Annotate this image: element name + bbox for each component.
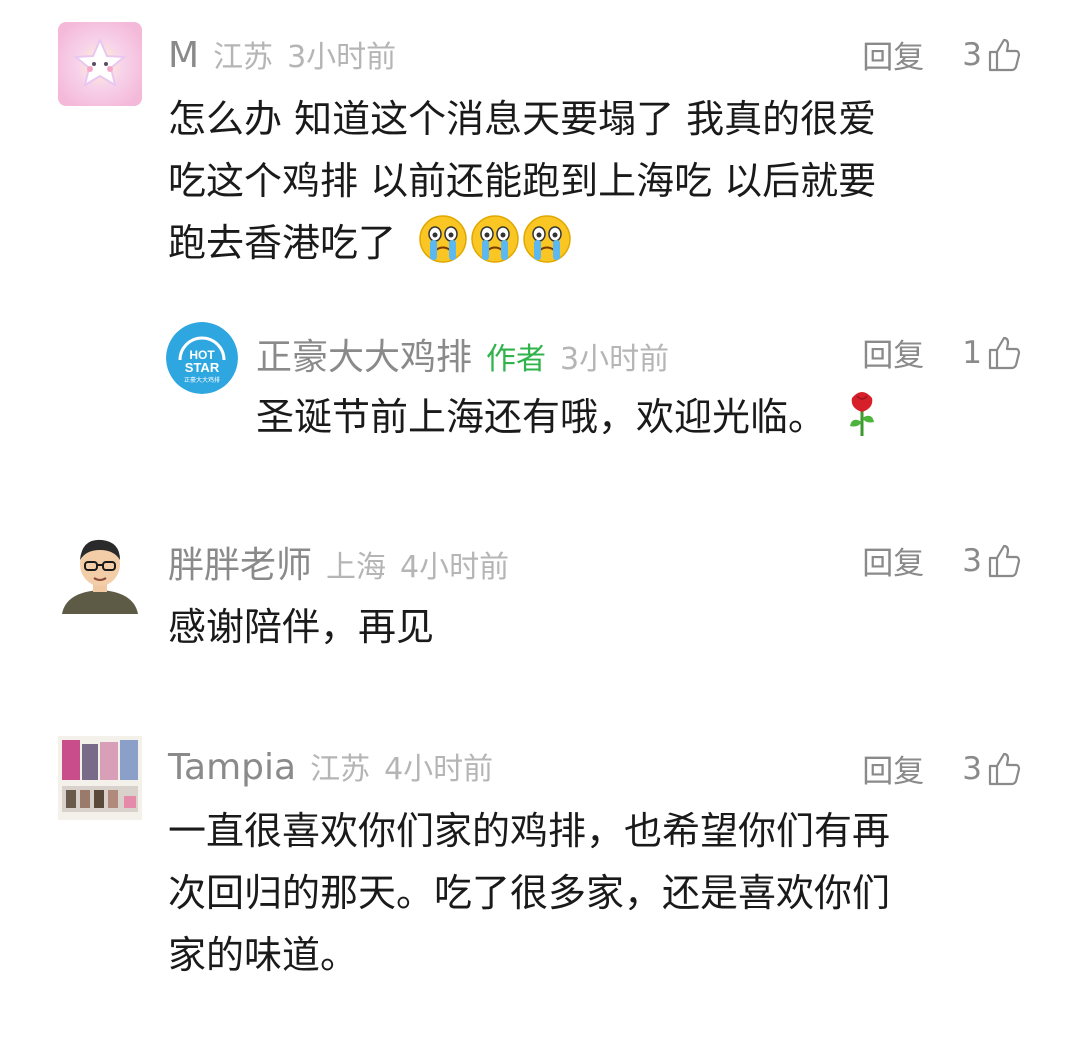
avatar[interactable] xyxy=(58,524,142,614)
comment-actions: 回复 3 xyxy=(862,538,1022,583)
text-line: 怎么办 知道这个消息天要塌了 我真的很爱 xyxy=(168,97,877,141)
group-photo-avatar-icon xyxy=(58,736,142,820)
reply-button[interactable]: 回复 xyxy=(862,330,924,375)
comment-text: 感谢陪伴，再见 xyxy=(168,596,434,658)
comment-text: 一直很喜欢你们家的鸡排，也希望你们有再 次回归的那天。吃了很多家，还是喜欢你们 … xyxy=(168,800,890,986)
emoji-group xyxy=(418,214,574,282)
text-line: 次回归的那天。吃了很多家，还是喜欢你们 xyxy=(168,871,891,915)
comment-item: 胖胖老师 上海 4小时前 回复 3 感谢陪伴，再见 xyxy=(0,510,1080,690)
rose-emoji-icon xyxy=(844,388,880,456)
reply-header: 正豪大大鸡排 作者 3小时前 xyxy=(256,328,669,380)
reply-button[interactable]: 回复 xyxy=(862,538,924,583)
timestamp: 4小时前 xyxy=(400,550,510,585)
like-count: 3 xyxy=(962,750,982,787)
username[interactable]: Tampia xyxy=(168,747,296,788)
thumbs-up-icon[interactable] xyxy=(986,751,1022,787)
thumbs-up-icon[interactable] xyxy=(986,37,1022,73)
crying-emoji-icon xyxy=(418,214,468,282)
text-line: 吃这个鸡排 以前还能跑到上海吃 以后就要 xyxy=(168,159,877,203)
reply-button[interactable]: 回复 xyxy=(862,746,924,791)
avatar[interactable] xyxy=(58,22,142,106)
author-badge: 作者 xyxy=(486,342,547,377)
location: 江苏 xyxy=(213,40,274,75)
avatar[interactable]: HOT STAR 正豪大大鸡排 xyxy=(166,322,238,394)
comment-header: 胖胖老师 上海 4小时前 xyxy=(168,536,509,588)
person-avatar-icon xyxy=(58,524,142,614)
username[interactable]: 正豪大大鸡排 xyxy=(256,328,472,380)
text-line-with-emojis: 跑去香港吃了 xyxy=(168,212,876,282)
reply-item: HOT STAR 正豪大大鸡排 正豪大大鸡排 作者 3小时前 回复 1 圣诞节前… xyxy=(0,300,1080,470)
timestamp: 4小时前 xyxy=(384,752,494,787)
text-line: 感谢陪伴，再见 xyxy=(168,605,435,649)
like-count: 3 xyxy=(962,36,982,73)
reply-button[interactable]: 回复 xyxy=(862,32,924,77)
username[interactable]: M xyxy=(168,35,199,76)
username[interactable]: 胖胖老师 xyxy=(168,536,312,588)
text-line: 跑去香港吃了 xyxy=(168,221,397,265)
crying-emoji-icon xyxy=(470,214,520,282)
comment-header: M 江苏 3小时前 xyxy=(168,32,396,76)
comment-header: Tampia 江苏 4小时前 xyxy=(168,744,493,788)
brand-logo-icon: HOT STAR 正豪大大鸡排 xyxy=(166,322,238,394)
location: 江苏 xyxy=(310,752,371,787)
thumbs-up-icon[interactable] xyxy=(986,335,1022,371)
svg-text:STAR: STAR xyxy=(185,360,220,375)
avatar-logo-text: 正豪大大鸡排 xyxy=(184,376,220,384)
timestamp: 3小时前 xyxy=(287,40,397,75)
like-count: 1 xyxy=(962,334,982,371)
crying-emoji-icon xyxy=(522,214,572,282)
comment-actions: 回复 3 xyxy=(862,32,1022,77)
text-line: 圣诞节前上海还有哦，欢迎光临。 xyxy=(256,395,827,439)
thumbs-up-icon[interactable] xyxy=(986,543,1022,579)
like-count: 3 xyxy=(962,542,982,579)
comment-item: Tampia 江苏 4小时前 回复 3 一直很喜欢你们家的鸡排，也希望你们有再 … xyxy=(0,720,1080,1020)
reply-actions: 回复 1 xyxy=(862,330,1022,375)
location: 上海 xyxy=(326,550,387,585)
timestamp: 3小时前 xyxy=(560,342,670,377)
comment-item: M 江苏 3小时前 回复 3 怎么办 知道这个消息天要塌了 我真的很爱 吃这个鸡… xyxy=(0,0,1080,300)
comment-actions: 回复 3 xyxy=(862,746,1022,791)
comment-text: 怎么办 知道这个消息天要塌了 我真的很爱 吃这个鸡排 以前还能跑到上海吃 以后就… xyxy=(168,88,876,282)
star-avatar-icon xyxy=(58,22,142,106)
text-line: 一直很喜欢你们家的鸡排，也希望你们有再 xyxy=(168,809,891,853)
text-line: 家的味道。 xyxy=(168,933,359,977)
reply-text: 圣诞节前上海还有哦，欢迎光临。 xyxy=(256,386,880,456)
avatar[interactable] xyxy=(58,736,142,820)
